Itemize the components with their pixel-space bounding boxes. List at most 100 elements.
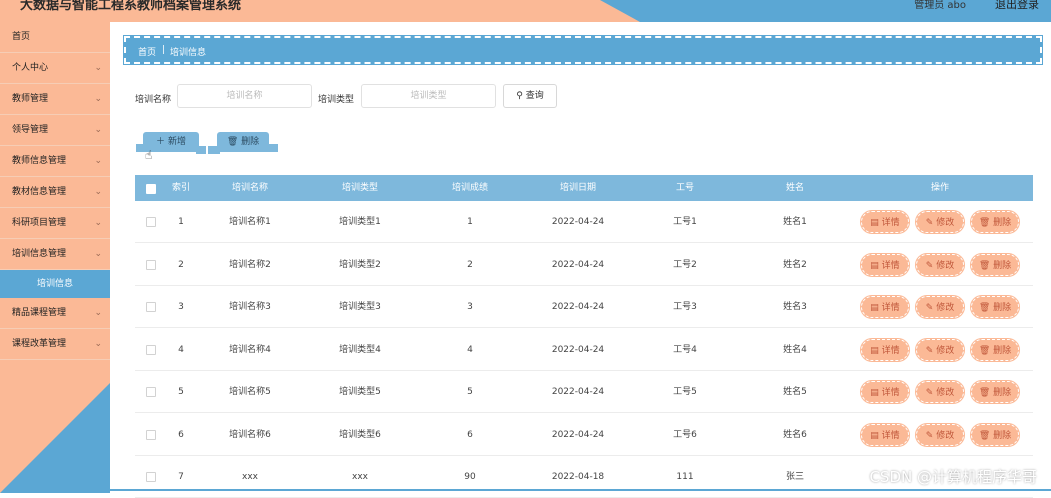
col-name: 培训名称 [231,183,268,193]
cell-type: xxx [352,472,368,482]
sidebar-item-label: 个人中心 [12,63,49,73]
edit-button-label: 修改 [936,218,955,228]
cell-score: 6 [467,429,473,440]
edit-button[interactable]: ✎ 修改 [915,295,965,319]
cell-name: 培训名称2 [229,259,271,270]
sidebar-item[interactable]: 科研项目管理 ⌄ [0,208,110,239]
cell-type: 培训类型5 [339,387,381,397]
edit-button[interactable]: ✎ 修改 [915,337,965,362]
col-index: 索引 [171,183,190,193]
name-input[interactable]: 培训名称 [177,84,312,108]
cell-date: 2022-04-24 [551,217,605,227]
query-button[interactable]: ⚲ 查询 [503,84,557,108]
edit-button-label: 修改 [936,303,955,313]
hand-cursor-icon: ☝ [145,148,153,162]
detail-button-label: 详情 [881,430,900,441]
sidebar-item-label: 教师管理 [12,94,49,104]
cell-type: 培训类型2 [339,259,381,270]
sidebar-item[interactable]: 领导管理 ⌄ [0,115,110,146]
edit-icon: ✎ [925,345,937,356]
col-type: 培训类型 [341,183,378,193]
delete-button[interactable]: 🗑 删除 [217,132,269,152]
row-checkbox[interactable] [146,302,156,312]
bottom-scroll-line [110,489,1051,491]
delete-button[interactable]: 🗑 删除 [970,380,1020,404]
trash-icon: 🗑 [978,303,994,313]
delete-button[interactable]: 🗑 删除 [970,422,1020,447]
sidebar-item[interactable]: 教材信息管理 ⌄ [0,177,110,208]
delete-button[interactable]: 🗑 删除 [970,295,1020,319]
trash-icon: 🗑 [978,218,994,228]
top-header: 大数据与智能工程系教师档案管理系统 管理员 abo 退出登录 [0,0,1051,22]
col-person: 姓名 [785,183,804,193]
delete-button-label: 删除 [241,137,260,147]
detail-button-label: 详情 [881,388,900,398]
cell-person: 姓名6 [783,429,807,440]
select-all-checkbox[interactable] [146,184,156,194]
cell-person: 张三 [785,472,804,482]
edit-button-label: 修改 [936,260,955,271]
cell-date: 2022-04-24 [551,429,605,440]
sidebar-item[interactable]: 首页 [0,22,110,53]
delete-button[interactable]: 🗑 删除 [970,252,1020,277]
breadcrumb-current: 培训信息 [170,48,207,58]
cell-index: 2 [178,259,184,270]
search-icon: ⚲ [516,91,523,101]
table-row: 6 培训名称6 培训类型6 6 2022-04-24 工号6 姓名6 ▤ 详情 ✎ 修改 🗑 删除 [135,414,1033,456]
sidebar-item[interactable]: 教师管理 ⌄ [0,84,110,115]
detail-button[interactable]: ▤ 详情 [860,380,910,404]
sidebar-item-label: 首页 [12,32,31,42]
chevron-down-icon: ⌄ [94,187,102,197]
edit-button[interactable]: ✎ 修改 [915,252,965,277]
trash-icon: 🗑 [978,430,994,441]
cell-job-no: 工号3 [673,302,697,312]
row-checkbox[interactable] [146,472,156,482]
cell-score: 1 [467,217,473,227]
delete-button[interactable]: 🗑 删除 [970,337,1020,362]
row-checkbox[interactable] [146,429,156,440]
edit-button-label: 修改 [936,388,955,398]
edit-button[interactable]: ✎ 修改 [915,422,965,447]
cell-score: 4 [467,344,473,355]
cell-job-no: 111 [676,472,694,482]
sidebar-subitem-training-info[interactable]: 培训信息 [0,270,110,298]
edit-button-label: 修改 [936,430,955,441]
logout-link[interactable]: 退出登录 [995,0,1039,12]
breadcrumb-separator: | [162,45,166,55]
row-checkbox[interactable] [146,387,156,397]
header-decoration [600,0,1051,22]
sidebar-item-label: 精品课程管理 [12,308,67,318]
sidebar-item[interactable]: 培训信息管理 ⌄ [0,239,110,270]
edit-button[interactable]: ✎ 修改 [915,210,965,234]
edit-icon: ✎ [925,218,937,228]
breadcrumb-home[interactable]: 首页 [138,45,156,58]
edit-button[interactable]: ✎ 修改 [915,380,965,404]
sidebar-menu: 首页 个人中心 ⌄ 教师管理 ⌄ 领导管理 ⌄ 教师信息管理 ⌄ 教材信息管理 ⌄ 科研项目管理 ⌄ 培训… [0,22,110,360]
sidebar-item[interactable]: 精品课程管理 ⌄ [0,298,110,329]
sidebar-item[interactable]: 课程改革管理 ⌄ [0,329,110,360]
detail-button[interactable]: ▤ 详情 [860,252,910,277]
trash-icon: 🗑 [978,260,994,271]
col-date: 培训日期 [559,183,596,193]
detail-button[interactable]: ▤ 详情 [860,295,910,319]
detail-button[interactable]: ▤ 详情 [860,210,910,234]
row-checkbox[interactable] [146,259,156,270]
row-checkbox[interactable] [146,344,156,355]
chevron-down-icon: ⌄ [94,218,102,228]
sidebar-item[interactable]: 个人中心 ⌄ [0,53,110,84]
sidebar-item-label: 培训信息管理 [12,249,67,259]
detail-button[interactable]: ▤ 详情 [860,422,910,447]
chevron-down-icon: ⌄ [94,249,102,259]
cell-name: 培训名称1 [229,217,271,227]
row-checkbox[interactable] [146,217,156,227]
cell-name: 培训名称5 [229,387,271,397]
detail-button-label: 详情 [881,218,900,228]
cell-index: 3 [178,302,184,312]
sidebar-item[interactable]: 教师信息管理 ⌄ [0,146,110,177]
chevron-down-icon: ⌄ [94,63,102,73]
delete-button[interactable]: 🗑 删除 [970,210,1020,234]
app-title: 大数据与智能工程系教师档案管理系统 [20,0,242,13]
type-input[interactable]: 培训类型 [361,84,496,108]
detail-button[interactable]: ▤ 详情 [860,337,910,362]
table-row: 4 培训名称4 培训类型4 4 2022-04-24 工号4 姓名4 ▤ 详情 ✎ 修改 🗑 删除 [135,329,1033,371]
